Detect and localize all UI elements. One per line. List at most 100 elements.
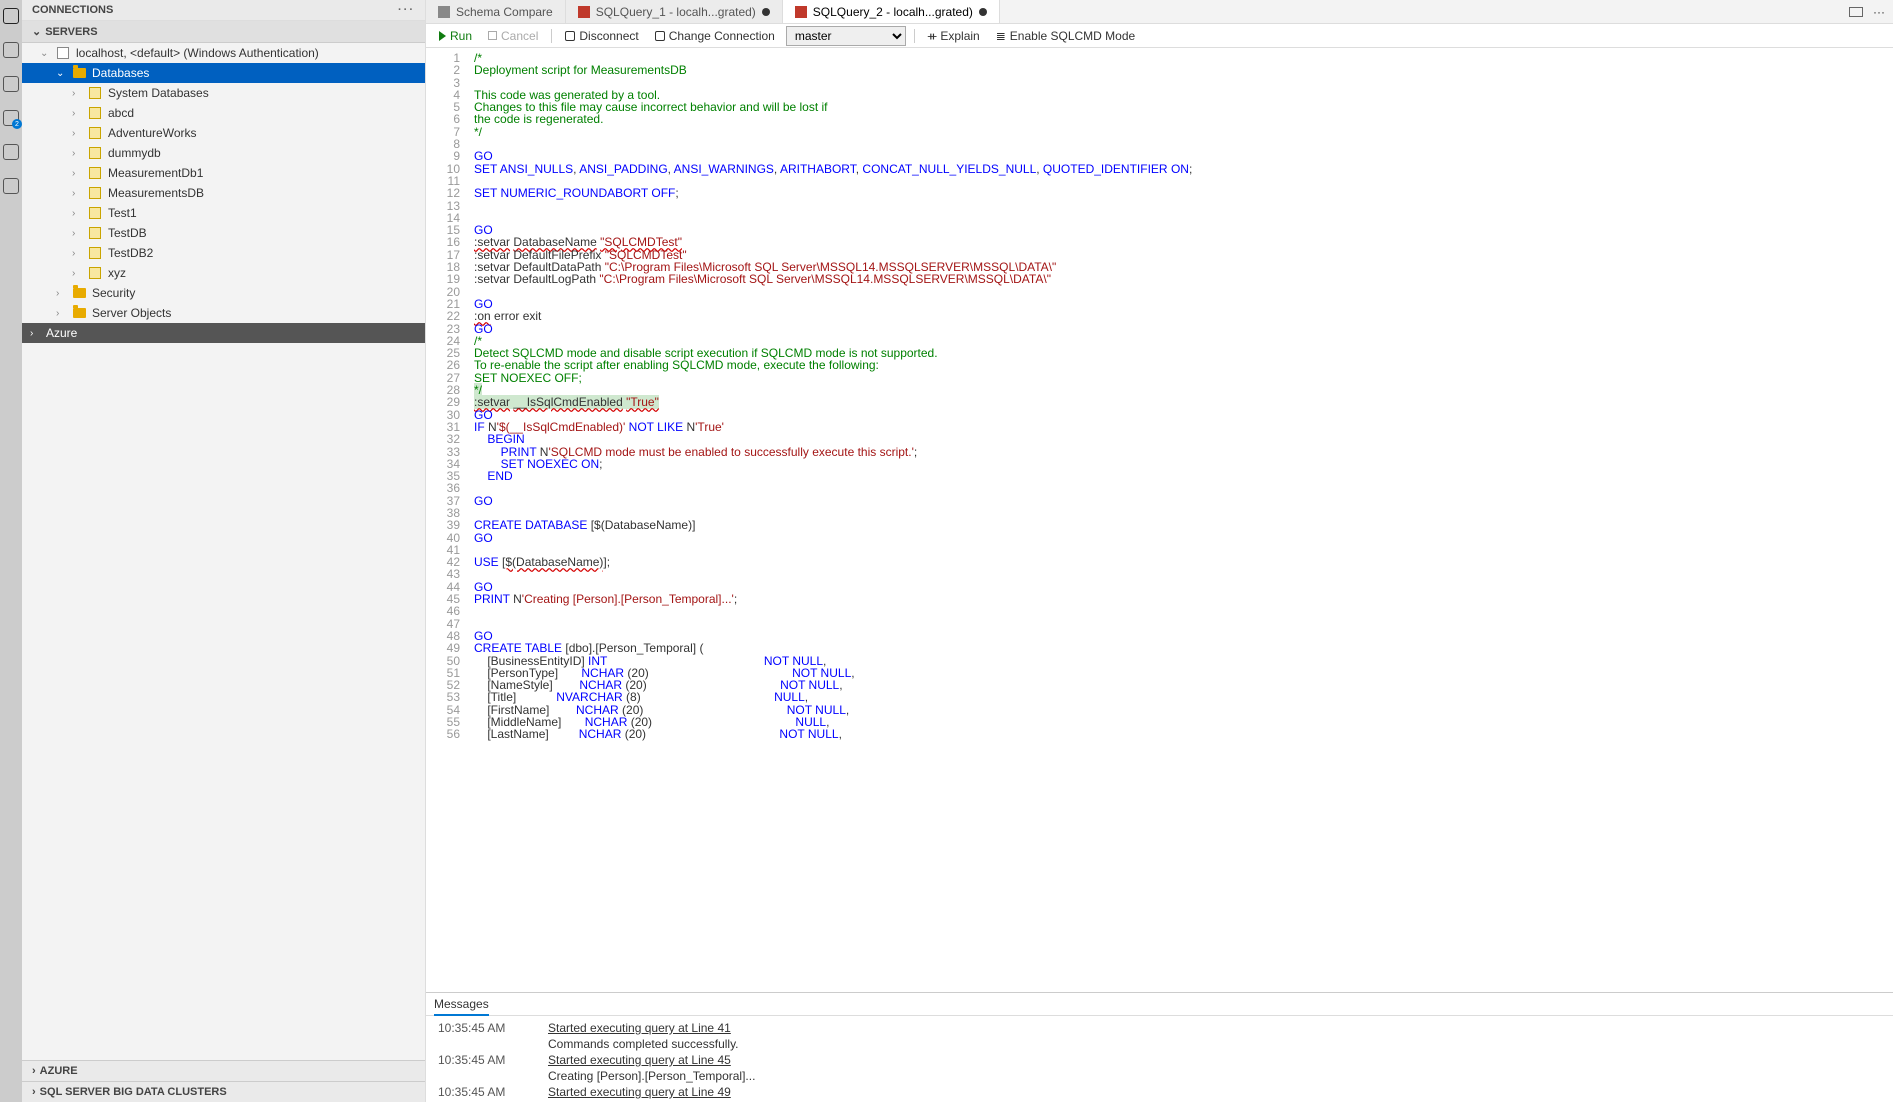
more-icon[interactable]: ··· xyxy=(398,4,415,16)
database-icon xyxy=(88,266,102,280)
main-area: Schema Compare SQLQuery_1 - localh...grat… xyxy=(426,0,1893,1102)
database-icon xyxy=(88,146,102,160)
database-icon xyxy=(88,86,102,100)
explain-icon: ᚑ xyxy=(928,29,937,43)
more-icon[interactable]: ··· xyxy=(1873,5,1885,19)
code-editor[interactable]: 1234567891011121314151617181920212223242… xyxy=(426,48,1893,992)
message-row: 10:35:45 AM Started executing query at Li… xyxy=(438,1084,1881,1100)
chevron-right-icon: › xyxy=(32,1065,36,1077)
message-row: Creating [Person].[Person_Temporal]... xyxy=(438,1068,1881,1084)
sqlcmd-icon: ≣ xyxy=(996,29,1006,43)
message-text[interactable]: Started executing query at Line 41 xyxy=(548,1021,731,1035)
message-text[interactable]: Started executing query at Line 49 xyxy=(548,1085,731,1099)
database-label: MeasurementDb1 xyxy=(108,166,203,180)
editor-tabs: Schema Compare SQLQuery_1 - localh...grat… xyxy=(426,0,1893,24)
messages-tab[interactable]: Messages xyxy=(426,993,1893,1016)
message-text: Creating [Person].[Person_Temporal]... xyxy=(548,1069,755,1083)
database-node[interactable]: › TestDB2 xyxy=(22,243,425,263)
chevron-down-icon: ⌄ xyxy=(56,68,66,79)
database-node[interactable]: › TestDB xyxy=(22,223,425,243)
chevron-right-icon: › xyxy=(30,328,40,339)
database-label: MeasurementsDB xyxy=(108,186,204,200)
servers-header[interactable]: ⌄ SERVERS xyxy=(22,21,425,43)
database-node[interactable]: › xyz xyxy=(22,263,425,283)
database-node[interactable]: ›System Databases xyxy=(22,83,425,103)
separator xyxy=(914,29,915,43)
chevron-right-icon: › xyxy=(72,128,82,139)
query-toolbar: Run Cancel Disconnect Change Connection … xyxy=(426,24,1893,48)
database-label: abcd xyxy=(108,106,134,120)
server-objects-label: Server Objects xyxy=(92,306,171,320)
message-text: Commands completed successfully. xyxy=(548,1037,739,1051)
chevron-right-icon: › xyxy=(72,268,82,279)
database-select[interactable]: master xyxy=(786,26,906,46)
chevron-down-icon: ⌄ xyxy=(32,25,41,38)
split-editor-icon[interactable] xyxy=(1849,7,1863,17)
sidebar-header: CONNECTIONS ··· xyxy=(22,0,425,21)
code-content[interactable]: /*Deployment script for MeasurementsDB T… xyxy=(468,48,1893,992)
database-node[interactable]: ›MeasurementDb1 xyxy=(22,163,425,183)
message-text[interactable]: Started executing query at Line 45 xyxy=(548,1053,731,1067)
database-icon xyxy=(88,246,102,260)
enable-sqlcmd-button[interactable]: ≣Enable SQLCMD Mode xyxy=(991,28,1140,44)
databases-label: Databases xyxy=(92,66,149,80)
security-label: Security xyxy=(92,286,135,300)
azure-node[interactable]: › Azure xyxy=(22,323,425,343)
run-button[interactable]: Run xyxy=(434,28,477,44)
separator xyxy=(551,29,552,43)
database-node[interactable]: ›abcd xyxy=(22,103,425,123)
explain-button[interactable]: ᚑExplain xyxy=(923,28,985,44)
database-node[interactable]: ›AdventureWorks xyxy=(22,123,425,143)
azure-section[interactable]: › AZURE xyxy=(22,1060,425,1081)
tab-label: SQLQuery_1 - localh...grated) xyxy=(596,5,756,19)
editor-tab[interactable]: SQLQuery_1 - localh...grated) xyxy=(566,0,783,23)
tab-actions: ··· xyxy=(1849,0,1893,23)
chevron-right-icon: › xyxy=(72,188,82,199)
folder-icon xyxy=(72,66,86,80)
activity-notebooks-icon[interactable] xyxy=(3,76,19,92)
activity-extensions-icon[interactable] xyxy=(3,178,19,194)
disconnect-button[interactable]: Disconnect xyxy=(560,28,643,44)
message-time: 10:35:45 AM xyxy=(438,1021,528,1035)
database-node[interactable]: ›dummydb xyxy=(22,143,425,163)
stop-icon xyxy=(488,31,497,40)
server-objects-node[interactable]: › Server Objects xyxy=(22,303,425,323)
database-label: Test1 xyxy=(108,206,137,220)
activity-connections-icon[interactable] xyxy=(3,8,19,24)
database-icon xyxy=(88,206,102,220)
servers-label: SERVERS xyxy=(45,26,97,38)
bigdata-section[interactable]: › SQL SERVER BIG DATA CLUSTERS xyxy=(22,1081,425,1102)
database-label: TestDB xyxy=(108,226,147,240)
chevron-right-icon: › xyxy=(72,208,82,219)
databases-node[interactable]: ⌄ Databases xyxy=(22,63,425,83)
chevron-right-icon: › xyxy=(72,248,82,259)
editor-tab[interactable]: Schema Compare xyxy=(426,0,566,23)
message-row: 10:35:45 AM Started executing query at Li… xyxy=(438,1020,1881,1036)
database-icon xyxy=(88,226,102,240)
chevron-right-icon: › xyxy=(56,308,66,319)
chevron-right-icon: › xyxy=(72,148,82,159)
tab-label: SQLQuery_2 - localh...grated) xyxy=(813,5,973,19)
messages-panel: Messages 10:35:45 AM Started executing qu… xyxy=(426,992,1893,1102)
connection-node[interactable]: ⌄ localhost, <default> (Windows Authenti… xyxy=(22,43,425,63)
chevron-right-icon: › xyxy=(72,228,82,239)
line-gutter: 1234567891011121314151617181920212223242… xyxy=(426,48,468,992)
chevron-down-icon: ⌄ xyxy=(40,48,50,59)
database-node[interactable]: › Test1 xyxy=(22,203,425,223)
editor-tab[interactable]: SQLQuery_2 - localh...grated) xyxy=(783,0,1000,23)
message-row: Commands completed successfully. xyxy=(438,1036,1881,1052)
dirty-indicator-icon xyxy=(979,8,987,16)
badge-icon: 2 xyxy=(12,119,22,129)
database-label: xyz xyxy=(108,266,126,280)
change-connection-button[interactable]: Change Connection xyxy=(650,28,780,44)
activity-search-icon[interactable] xyxy=(3,42,19,58)
database-icon xyxy=(88,106,102,120)
database-icon xyxy=(88,126,102,140)
message-time: 10:35:45 AM xyxy=(438,1085,528,1099)
activity-source-icon[interactable] xyxy=(3,144,19,160)
database-label: TestDB2 xyxy=(108,246,153,260)
security-node[interactable]: › Security xyxy=(22,283,425,303)
database-node[interactable]: › MeasurementsDB xyxy=(22,183,425,203)
activity-explorer-icon[interactable]: 2 xyxy=(3,110,19,126)
sidebar-bottom: › AZURE › SQL SERVER BIG DATA CLUSTERS xyxy=(22,1060,425,1102)
